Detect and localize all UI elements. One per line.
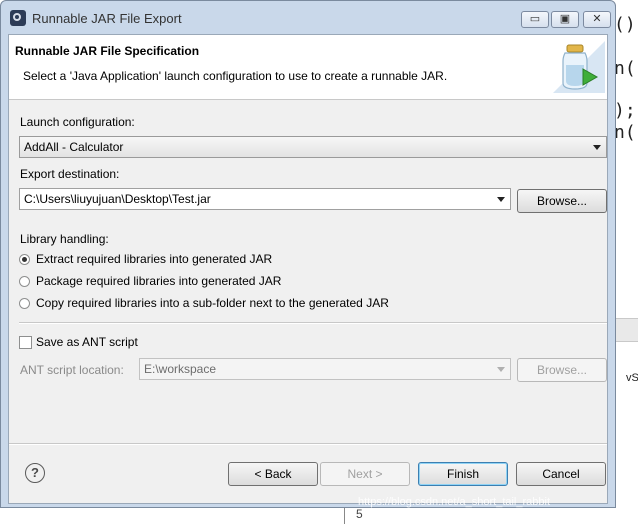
radio-button[interactable]: [19, 254, 30, 265]
launch-config-value: AddAll - Calculator: [24, 140, 124, 154]
export-destination-value: C:\Users\liuyujuan\Desktop\Test.jar: [24, 192, 211, 206]
browse-ant-button[interactable]: Browse...: [517, 358, 607, 382]
background-code-line: n(: [614, 122, 636, 143]
background-bottom-text: 5: [356, 507, 363, 521]
wizard-header: Runnable JAR File Specification Select a…: [9, 35, 607, 100]
dialog-client-area: Runnable JAR File Specification Select a…: [8, 34, 608, 504]
jar-export-icon: [553, 41, 605, 93]
background-side-text: vSc: [626, 372, 638, 384]
maximize-button[interactable]: ▣: [551, 11, 579, 28]
back-button[interactable]: < Back: [228, 462, 318, 486]
window-title: Runnable JAR File Export: [32, 11, 182, 26]
radio-label: Package required libraries into generate…: [36, 274, 282, 288]
eclipse-app-icon: [10, 10, 26, 26]
chevron-down-icon[interactable]: [497, 197, 505, 202]
ant-location-input[interactable]: E:\workspace: [139, 358, 511, 380]
export-dialog-window: Runnable JAR File Export ▭ ▣ ✕ Runnable …: [0, 0, 616, 508]
radio-label: Copy required libraries into a sub-folde…: [36, 296, 389, 310]
export-destination-label: Export destination:: [20, 167, 120, 181]
help-icon[interactable]: ?: [25, 463, 45, 483]
watermark-text: https://blog.csdn.net/a_short_tail_rabbi…: [358, 496, 551, 508]
radio-button[interactable]: [19, 298, 30, 309]
background-code-line: );: [614, 100, 636, 121]
background-editor-bottom: [344, 508, 638, 524]
section-divider: [19, 322, 607, 324]
next-button[interactable]: Next >: [320, 462, 410, 486]
ant-location-value: E:\workspace: [144, 362, 217, 376]
radio-label: Extract required libraries into generate…: [36, 252, 273, 266]
finish-button[interactable]: Finish: [418, 462, 508, 486]
launch-config-label: Launch configuration:: [20, 115, 135, 129]
minimize-button[interactable]: ▭: [521, 11, 549, 28]
title-bar[interactable]: Runnable JAR File Export ▭ ▣ ✕: [1, 1, 615, 35]
footer-divider: [9, 443, 607, 445]
browse-destination-button[interactable]: Browse...: [517, 189, 607, 213]
close-button[interactable]: ✕: [583, 11, 611, 28]
library-handling-label: Library handling:: [20, 232, 109, 246]
save-ant-label: Save as ANT script: [36, 335, 138, 349]
page-description: Select a 'Java Application' launch confi…: [23, 69, 448, 83]
save-ant-checkbox[interactable]: [19, 336, 32, 349]
chevron-down-icon: [497, 367, 505, 372]
export-destination-input[interactable]: C:\Users\liuyujuan\Desktop\Test.jar: [19, 188, 511, 210]
ant-location-label: ANT script location:: [20, 363, 124, 377]
chevron-down-icon: [593, 145, 601, 150]
launch-config-select[interactable]: AddAll - Calculator: [19, 136, 607, 158]
cancel-button[interactable]: Cancel: [516, 462, 606, 486]
background-code-line: (): [614, 14, 636, 35]
page-title: Runnable JAR File Specification: [15, 44, 200, 58]
background-code-line: n(: [614, 58, 636, 79]
radio-button[interactable]: [19, 276, 30, 287]
